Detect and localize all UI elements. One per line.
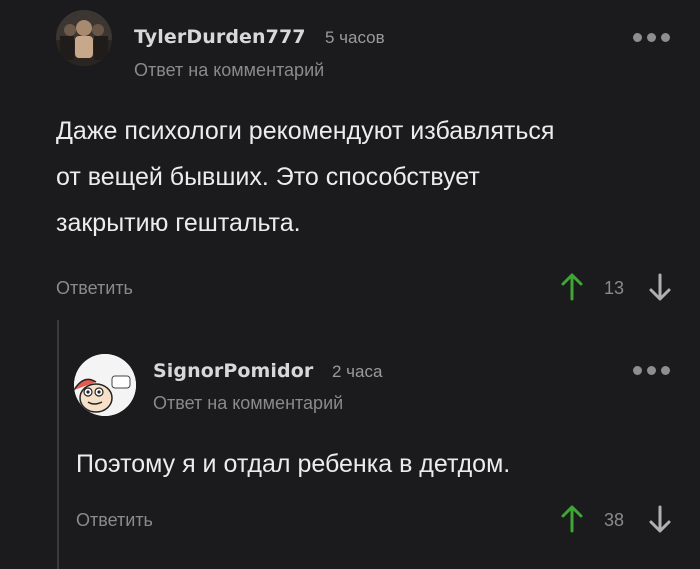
reply-to-label[interactable]: Ответ на комментарий <box>134 60 324 81</box>
downvote-arrow-icon[interactable] <box>648 272 672 302</box>
upvote-arrow-icon[interactable] <box>560 272 584 302</box>
reply-button[interactable]: Ответить <box>56 278 133 299</box>
avatar[interactable] <box>56 10 112 66</box>
reply-button[interactable]: Ответить <box>76 510 153 531</box>
avatar[interactable] <box>74 354 136 416</box>
vote-score: 38 <box>604 510 625 530</box>
comment-text-line: Даже психологи рекомендуют избавляться <box>56 117 555 145</box>
downvote-arrow-icon[interactable] <box>648 504 672 534</box>
author-name[interactable]: SignorPomidor <box>153 360 313 382</box>
comment: TylerDurden777 5 часов Ответ на коммента… <box>0 0 700 320</box>
avatar-photo-icon <box>56 10 112 66</box>
comment-time: 5 часов <box>325 28 385 47</box>
comment-text-line: закрытию гештальта. <box>56 209 301 237</box>
more-dots-icon[interactable] <box>633 33 670 42</box>
more-dots-icon[interactable] <box>633 366 670 375</box>
author-name[interactable]: TylerDurden777 <box>134 26 306 48</box>
vote-score: 13 <box>604 278 625 298</box>
comment-text-line: Поэтому я и отдал ребенка в детдом. <box>76 450 511 478</box>
comment-time: 2 часа <box>332 362 383 381</box>
upvote-arrow-icon[interactable] <box>560 504 584 534</box>
reply-to-label[interactable]: Ответ на комментарий <box>153 393 343 414</box>
comment-text-line: от вещей бывших. Это способствует <box>56 163 480 191</box>
avatar-cartoon-icon <box>74 354 136 416</box>
